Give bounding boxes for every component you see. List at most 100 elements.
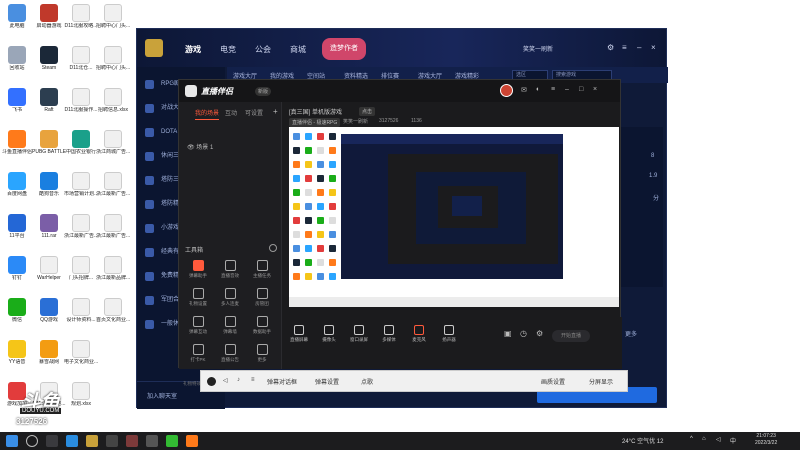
desktop-icon[interactable]: 中国农业银行	[66, 130, 96, 170]
desktop-icon[interactable]: Raft	[34, 88, 64, 128]
tool-button[interactable]: 礼物设置	[183, 288, 213, 312]
strip-item-split[interactable]: 分屏显示	[589, 377, 613, 386]
source-button[interactable]: 扬声器	[432, 325, 466, 351]
nav-store[interactable]: 商城	[290, 44, 306, 55]
tool-button[interactable]: 房管团	[247, 288, 277, 312]
desktop-icon[interactable]: 浙江最新广告...	[64, 214, 98, 254]
system-clock[interactable]: 21:07:23 2022/3/22	[755, 433, 777, 447]
paw-icon[interactable]	[207, 377, 216, 386]
source-button[interactable]: 摄像头	[312, 325, 346, 351]
room-title[interactable]: [真三国] 单机版游戏	[289, 107, 342, 116]
close-icon[interactable]: ×	[651, 43, 656, 52]
launcher-username[interactable]: 笑笑一刷新	[523, 44, 553, 53]
room-tag[interactable]: 点击	[359, 107, 376, 116]
taskview-icon[interactable]	[46, 435, 58, 447]
desktop-icon[interactable]: 此电脑	[2, 4, 32, 44]
desktop-icon[interactable]: 招聘中心门头...	[96, 46, 130, 86]
desktop-icon[interactable]: 回收站	[2, 46, 32, 86]
tool-button[interactable]: 弹幕互动	[183, 316, 213, 340]
desktop-icon[interactable]: 暴雪战网	[34, 340, 64, 380]
desktop-icon[interactable]: 浙江最新广告...	[96, 214, 130, 254]
desktop-icon[interactable]: 设计师资料...	[66, 298, 96, 338]
tool-button[interactable]: 直播音效	[215, 260, 245, 284]
desktop-icon[interactable]: YY语音	[2, 340, 32, 380]
chatroom-label[interactable]: 加入聊天室	[147, 391, 177, 400]
network-icon[interactable]: ⌂	[702, 436, 706, 442]
app-taskbar-icon[interactable]	[146, 435, 158, 447]
desktop-icon[interactable]: 斗鱼直播伴侣	[2, 130, 32, 170]
strip-item-quality[interactable]: 画质设置	[541, 377, 565, 386]
eye-icon[interactable]: 👁	[187, 145, 196, 151]
strip-item-danmu[interactable]: 弹幕对话框	[267, 377, 297, 386]
desktop-icon[interactable]: 首页文化商业...	[96, 298, 130, 338]
clock-icon[interactable]: ◷	[520, 329, 527, 338]
gear-icon[interactable]: ⚙	[536, 329, 543, 338]
desktop-icon[interactable]: 飞书	[2, 88, 32, 128]
minimize-icon[interactable]: –	[637, 43, 641, 52]
desktop-icon[interactable]: 百度网盘	[2, 172, 32, 212]
desktop-icon[interactable]: 浙江最新品牌...	[96, 256, 130, 296]
desktop-icon[interactable]: 111.rar	[34, 214, 64, 254]
strip-item-danmu-settings[interactable]: 弹幕设置	[315, 377, 339, 386]
folder-icon[interactable]	[106, 435, 118, 447]
nav-guild[interactable]: 公会	[255, 44, 271, 55]
source-button[interactable]: 麦克风	[402, 325, 436, 351]
desktop-icon[interactable]: D11北服攻略...	[65, 4, 97, 44]
tool-button[interactable]: 数据助手	[247, 316, 277, 340]
toolbox-toggle-icon[interactable]	[269, 244, 277, 252]
speaker-icon[interactable]: ◁	[716, 436, 721, 443]
game-taskbar-icon[interactable]	[126, 435, 138, 447]
avatar[interactable]	[500, 84, 513, 97]
desktop-icon[interactable]: 招聘信息.xlsx	[98, 88, 128, 128]
nvidia-icon[interactable]	[166, 435, 178, 447]
tool-button[interactable]: 打卡PK	[183, 344, 213, 368]
desktop-icon[interactable]: 浙江最新广告...	[96, 172, 130, 212]
mic-icon[interactable]: ♪	[237, 377, 240, 383]
source-button[interactable]: 窗口录屏	[342, 325, 376, 351]
mail-icon[interactable]: ✉	[521, 86, 527, 94]
desktop-icon[interactable]: QQ游戏	[34, 298, 64, 338]
desktop-icon[interactable]: 招聘中心门头...	[96, 4, 130, 44]
weather-status[interactable]: 24°C 空气优 12	[622, 436, 663, 445]
launcher-taskbar-icon[interactable]	[86, 435, 98, 447]
desktop-icon[interactable]: 钉钉	[2, 256, 32, 296]
nav-esports[interactable]: 电竞	[220, 44, 236, 55]
desktop-icon[interactable]: Steam	[34, 46, 64, 86]
equalizer-icon[interactable]: ≡	[251, 377, 255, 383]
strip-item-song[interactable]: 点歌	[361, 377, 373, 386]
tool-button[interactable]: 弹幕墙	[215, 316, 245, 340]
edge-icon[interactable]	[66, 435, 78, 447]
nav-games[interactable]: 游戏	[185, 44, 201, 55]
skin-icon[interactable]: ◐	[536, 86, 540, 93]
more-link[interactable]: 更多	[625, 329, 637, 338]
companion-taskbar-icon[interactable]	[186, 435, 198, 447]
ime-indicator[interactable]: 中	[730, 436, 736, 445]
desktop-icon[interactable]: WarHelper	[34, 256, 64, 296]
promo-badge[interactable]: 造梦作者	[322, 38, 366, 60]
desktop-icon[interactable]: D11北服操作...	[65, 88, 97, 128]
maximize-icon[interactable]: □	[579, 86, 583, 93]
volume-icon[interactable]: ◁	[223, 377, 228, 384]
source-button[interactable]: 直播屏幕	[282, 325, 316, 351]
desktop-icon[interactable]: D11北仓...	[66, 46, 96, 86]
settings-icon[interactable]: ⚙	[607, 43, 614, 52]
desktop-icon[interactable]: PUBG BATTLEGR...	[32, 130, 66, 170]
record-icon[interactable]: ▣	[504, 329, 512, 338]
scene-item[interactable]: 👁 场景 1	[187, 142, 213, 151]
close-icon[interactable]: ×	[593, 86, 597, 93]
tool-button[interactable]: 直播公告	[215, 344, 245, 368]
streaming-companion-window[interactable]: 直播伴侣 新版 ✉ ◐ ≡ – □ × 我的场景 互动 可设置 + 👁 场景 1…	[178, 79, 622, 386]
tool-button[interactable]: 多人连麦	[215, 288, 245, 312]
stream-preview[interactable]	[289, 127, 619, 307]
tool-button[interactable]: 更多	[247, 344, 277, 368]
tool-button[interactable]: 主播任务	[247, 260, 277, 284]
tool-button[interactable]: 弹幕助手	[183, 260, 213, 284]
source-button[interactable]: 多媒体	[372, 325, 406, 351]
desktop-icon[interactable]: 酷狗音乐	[34, 172, 64, 212]
tray-arrow-icon[interactable]: ^	[690, 436, 693, 442]
start-live-button[interactable]: 开始直播	[552, 330, 590, 342]
search-icon[interactable]	[26, 435, 38, 447]
minimize-icon[interactable]: –	[565, 86, 569, 93]
menu-icon[interactable]: ≡	[622, 43, 627, 52]
room-category[interactable]: 直播伴侣 - 极速RPG	[289, 118, 341, 127]
